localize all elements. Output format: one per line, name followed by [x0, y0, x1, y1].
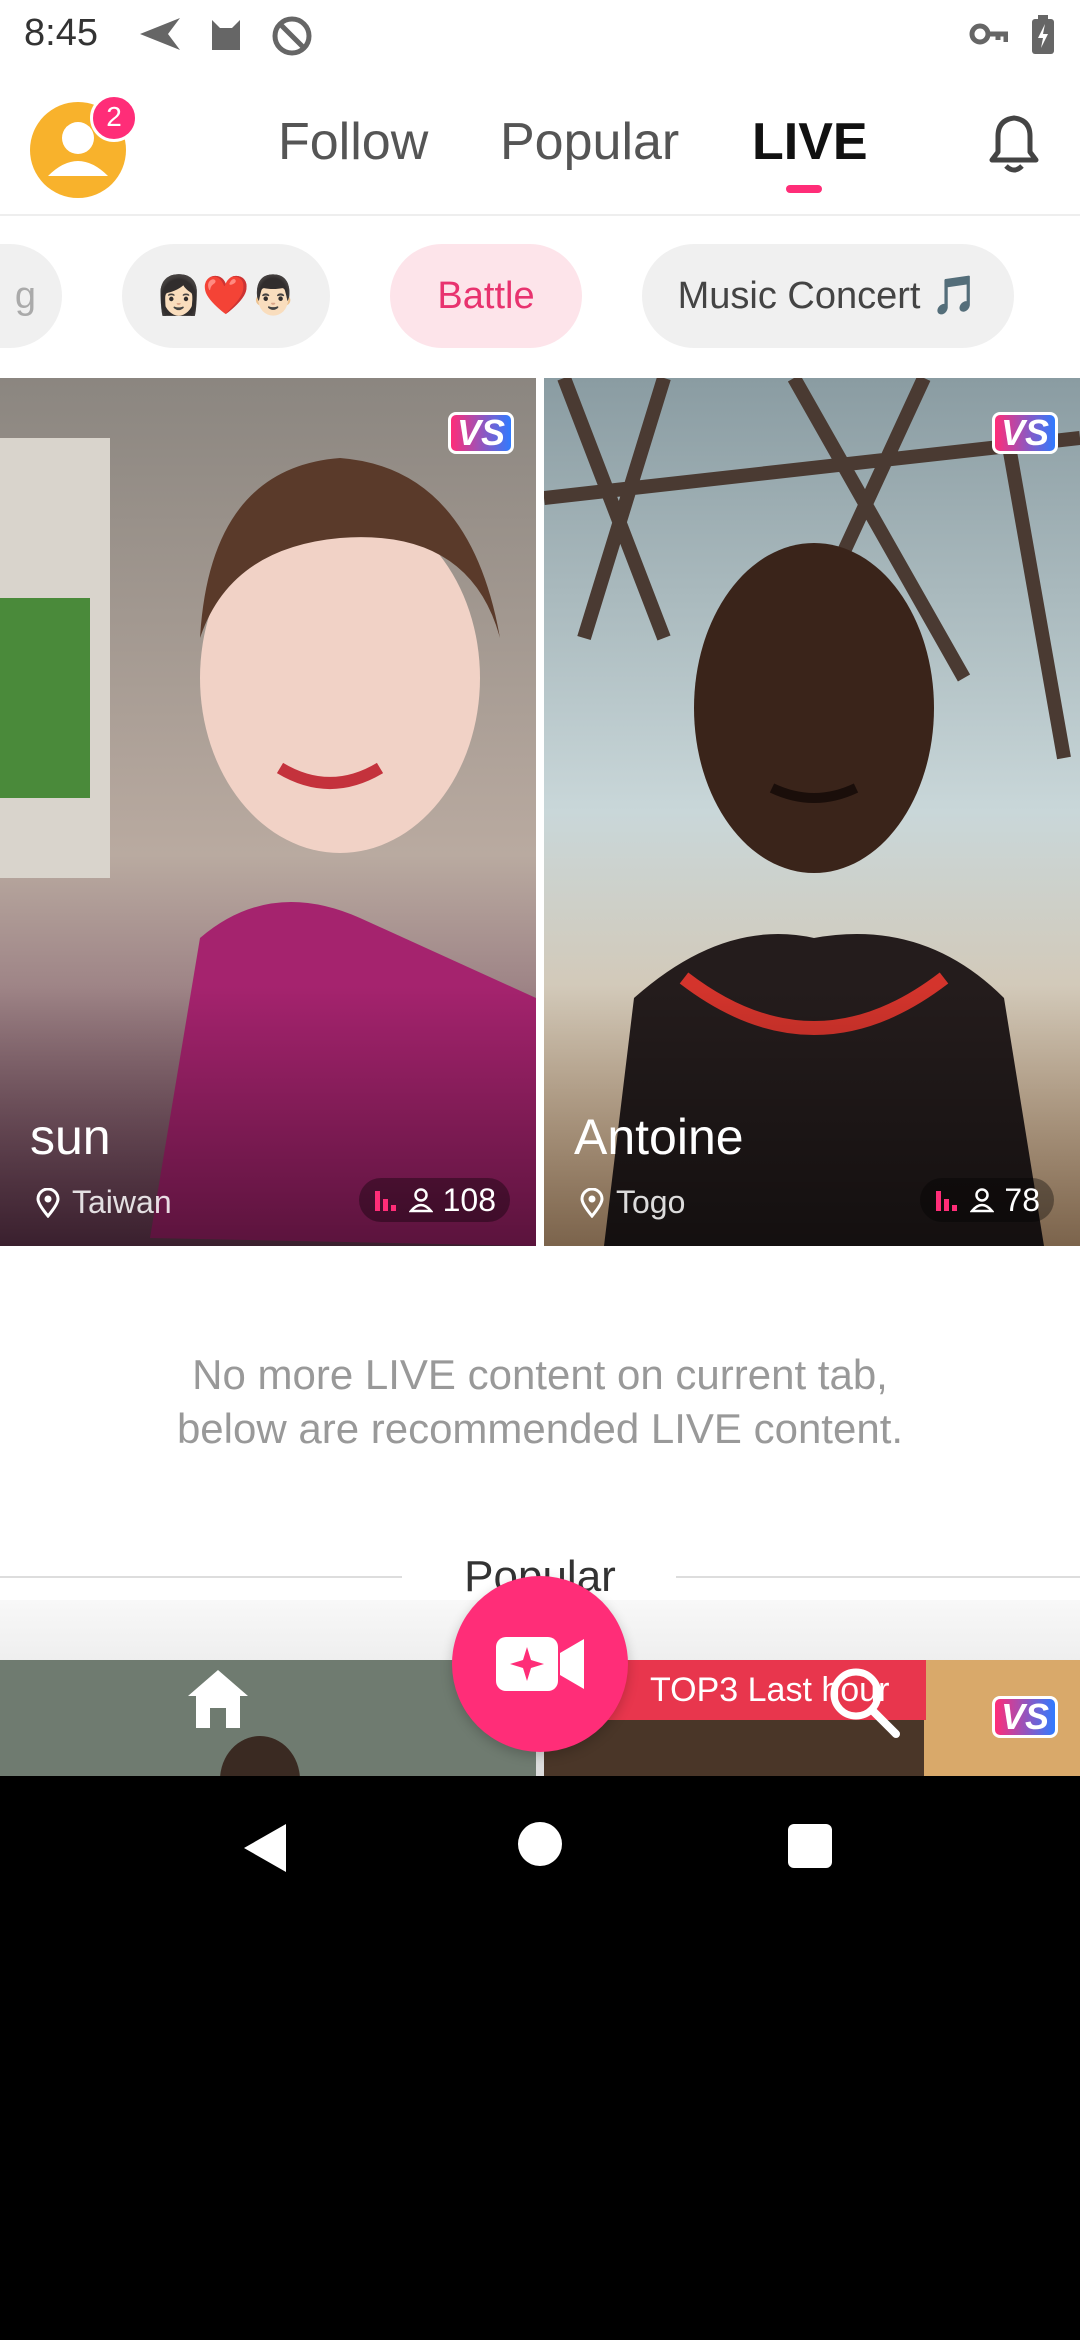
viewer-count: 108: [358, 1178, 510, 1222]
live-card-sun[interactable]: VS sun Taiwan 108: [0, 378, 536, 1246]
info-line-2: below are recommended LIVE content.: [176, 1405, 904, 1452]
vs-badge: VS: [447, 412, 514, 454]
tab-popular[interactable]: Popular: [500, 112, 679, 172]
back-icon[interactable]: [240, 1822, 290, 1879]
live-bars-icon: [936, 1191, 958, 1211]
home-button[interactable]: [518, 1822, 562, 1866]
viewer-count-text: 108: [442, 1181, 496, 1218]
viewer-count: 78: [920, 1178, 1054, 1222]
battery-icon: [1030, 14, 1056, 61]
vs-badge: VS: [991, 412, 1058, 454]
system-navigation-bar: [0, 1776, 1080, 1922]
vs-badge: VS: [991, 1696, 1058, 1738]
no-more-content-message: No more LIVE content on current tab, bel…: [0, 1348, 1080, 1456]
person-icon: [970, 1188, 995, 1213]
send-icon: [138, 14, 182, 59]
chip-couple[interactable]: 👩🏻❤️👨🏻: [122, 244, 330, 348]
home-icon[interactable]: [182, 1664, 254, 1737]
viewer-count-text: 78: [1004, 1181, 1040, 1218]
search-icon[interactable]: [826, 1664, 902, 1745]
status-time: 8:45: [24, 12, 98, 54]
notification-badge: 2: [90, 94, 138, 142]
active-tab-indicator: [786, 185, 822, 193]
streamer-name: Antoine: [574, 1109, 744, 1165]
tab-live[interactable]: LIVE: [752, 112, 868, 172]
bell-icon[interactable]: [982, 108, 1046, 183]
category-chips: g 👩🏻❤️👨🏻 Battle Music Concert 🎵: [0, 214, 1080, 378]
tab-follow[interactable]: Follow: [278, 112, 428, 172]
location-pin-icon: [580, 1187, 604, 1218]
streamer-location: Togo: [580, 1184, 685, 1221]
video-camera-icon: [496, 1637, 584, 1691]
go-live-button[interactable]: [452, 1576, 628, 1752]
live-bars-icon: [374, 1191, 396, 1211]
chip-partial[interactable]: g: [0, 244, 62, 348]
live-card-antoine[interactable]: VS Antoine Togo 78: [544, 378, 1080, 1246]
recent-apps-button[interactable]: [788, 1824, 832, 1868]
screen: 8:45 2 Follow Popular LIVE g 👩🏻❤️👨🏻 Batt…: [0, 0, 1080, 1776]
streamer-location: Taiwan: [36, 1184, 172, 1221]
info-line-1: No more LIVE content on current tab,: [192, 1351, 888, 1398]
chip-battle[interactable]: Battle: [390, 244, 582, 348]
location-text: Togo: [616, 1184, 686, 1220]
vpn-key-icon: [968, 14, 1009, 59]
location-pin-icon: [36, 1187, 60, 1218]
cat-icon: [206, 14, 246, 59]
sync-off-icon: [270, 14, 314, 63]
top-header: 2 Follow Popular LIVE: [0, 72, 1080, 216]
status-bar: 8:45: [0, 0, 1080, 72]
streamer-name: sun: [30, 1109, 111, 1165]
chip-music-concert[interactable]: Music Concert 🎵: [642, 244, 1014, 348]
person-icon: [408, 1188, 433, 1213]
location-text: Taiwan: [72, 1184, 172, 1220]
